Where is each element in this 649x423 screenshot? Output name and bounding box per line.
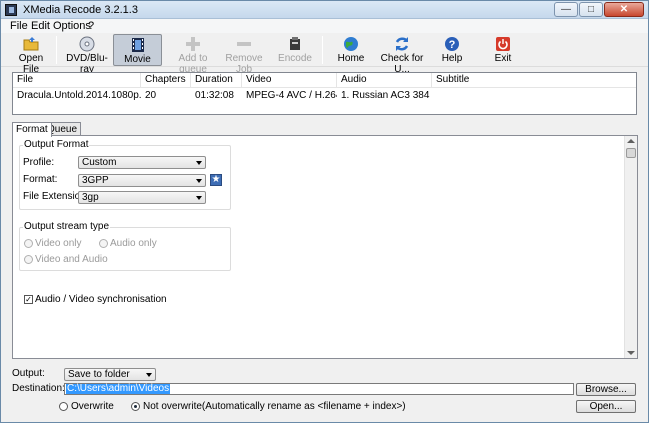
help-label: Help <box>441 53 463 64</box>
av-sync-label: Audio / Video synchronisation <box>35 294 167 305</box>
minimize-button[interactable]: — <box>554 2 578 17</box>
remove-job-button[interactable]: Remove Job <box>221 34 267 75</box>
chevron-down-icon <box>146 373 152 377</box>
chevron-down-icon <box>196 196 202 200</box>
encode-button[interactable]: Encode <box>275 34 315 66</box>
menu-help[interactable]: ? <box>88 20 94 32</box>
dvd-bluray-button[interactable]: DVD/Blu-ray <box>62 34 112 75</box>
scroll-up-arrow-icon[interactable] <box>627 139 635 143</box>
scroll-down-arrow-icon[interactable] <box>627 351 635 355</box>
star-icon: ★ <box>211 174 221 185</box>
disc-icon <box>79 36 95 52</box>
format-label: Format: <box>23 174 58 185</box>
column-header-subtitle[interactable]: Subtitle <box>432 73 512 87</box>
file-extension-value: 3gp <box>82 192 99 203</box>
av-sync-checkbox[interactable]: ✓ <box>24 295 33 304</box>
vertical-scrollbar[interactable] <box>624 136 637 358</box>
profile-value: Custom <box>82 157 117 168</box>
column-header-video[interactable]: Video <box>242 73 337 87</box>
chevron-down-icon <box>196 179 202 183</box>
format-select[interactable]: 3GPP <box>78 174 206 187</box>
power-icon <box>496 37 510 51</box>
cell-chapters: 20 <box>145 90 157 101</box>
svg-text:?: ? <box>449 39 456 51</box>
open-folder-icon <box>23 37 39 51</box>
column-header-audio[interactable]: Audio <box>337 73 432 87</box>
encode-label: Encode <box>278 53 312 64</box>
movie-label: Movie <box>124 54 151 65</box>
app-window: XMedia Recode 3.2.1.3 — □ ✕ File Edit Op… <box>0 0 649 423</box>
help-button[interactable]: ? Help <box>436 34 468 66</box>
output-stream-type-group-label: Output stream type <box>23 221 111 232</box>
minus-icon <box>237 42 251 46</box>
open-button[interactable]: Open... <box>576 400 636 413</box>
audio-only-label: Audio only <box>110 238 157 249</box>
destination-label: Destination: <box>12 383 65 394</box>
cell-file: Dracula.Untold.2014.1080p._Releas... <box>17 90 141 101</box>
output-value: Save to folder <box>68 369 130 380</box>
menu-bar: File Edit Options ? <box>1 19 648 33</box>
cell-subtitle <box>432 89 512 103</box>
menu-edit[interactable]: Edit <box>31 20 50 32</box>
output-format-group-label: Output Format <box>23 139 90 150</box>
maximize-button[interactable]: □ <box>579 2 603 17</box>
window-title: XMedia Recode 3.2.1.3 <box>23 4 138 16</box>
not-overwrite-radio[interactable] <box>131 402 140 411</box>
scroll-thumb[interactable] <box>626 148 636 158</box>
video-and-audio-label: Video and Audio <box>35 254 108 265</box>
close-button[interactable]: ✕ <box>604 2 644 17</box>
toolbar-separator <box>56 36 57 64</box>
format-value: 3GPP <box>82 175 109 186</box>
toolbar: Open File DVD/Blu-ray Movie Add to queue… <box>1 33 648 75</box>
menu-file[interactable]: File <box>10 20 28 32</box>
destination-value: C:\Users\admin\Videos <box>66 383 171 394</box>
window-controls: — □ ✕ <box>554 2 644 17</box>
format-panel: Output Format Profile: Custom Format: 3G… <box>12 135 638 359</box>
menu-options[interactable]: Options <box>53 20 91 32</box>
column-header-duration[interactable]: Duration <box>191 73 242 87</box>
check-updates-button[interactable]: Check for U... <box>376 34 428 75</box>
overwrite-label: Overwrite <box>71 401 114 412</box>
output-select[interactable]: Save to folder <box>64 368 156 381</box>
movie-button[interactable]: Movie <box>113 34 162 66</box>
profile-select[interactable]: Custom <box>78 156 206 169</box>
video-only-label: Video only <box>35 238 82 249</box>
favorite-star-button[interactable]: ★ <box>210 174 222 186</box>
video-and-audio-radio[interactable] <box>24 255 33 264</box>
cell-duration: 01:32:08 <box>195 90 234 101</box>
column-header-chapters[interactable]: Chapters <box>141 73 191 87</box>
add-to-queue-button[interactable]: Add to queue <box>167 34 219 75</box>
profile-label: Profile: <box>23 157 55 168</box>
overwrite-radio[interactable] <box>59 402 68 411</box>
home-label: Home <box>337 53 365 64</box>
encode-icon <box>290 37 300 50</box>
chevron-down-icon <box>196 161 202 165</box>
exit-label: Exit <box>494 53 512 64</box>
app-logo-icon <box>5 4 17 16</box>
file-extension-select[interactable]: 3gp <box>78 191 206 204</box>
browse-button[interactable]: Browse... <box>576 383 636 396</box>
checkmark-icon: ✓ <box>25 295 32 304</box>
cell-video: MPEG-4 AVC / H.264 23.9... <box>246 90 337 101</box>
help-icon: ? <box>445 37 459 51</box>
film-icon <box>131 38 144 52</box>
tab-format[interactable]: Format <box>12 122 52 137</box>
plus-icon <box>186 37 200 51</box>
refresh-icon <box>395 37 409 51</box>
output-label: Output: <box>12 368 45 379</box>
title-bar[interactable]: XMedia Recode 3.2.1.3 — □ ✕ <box>1 1 648 19</box>
exit-button[interactable]: Exit <box>488 34 518 66</box>
header-divider <box>13 87 636 88</box>
video-only-radio[interactable] <box>24 239 33 248</box>
audio-only-radio[interactable] <box>99 239 108 248</box>
file-list-table[interactable]: File Chapters Duration Video Audio Subti… <box>12 72 637 115</box>
globe-icon <box>344 37 358 51</box>
home-button[interactable]: Home <box>331 34 371 66</box>
open-file-button[interactable]: Open File <box>11 34 51 75</box>
not-overwrite-label: Not overwrite(Automatically rename as <f… <box>143 401 406 412</box>
destination-field[interactable]: C:\Users\admin\Videos <box>64 383 574 395</box>
column-header-file[interactable]: File <box>13 73 141 87</box>
toolbar-separator <box>322 36 323 64</box>
cell-audio: 1. Russian AC3 384 Kbps ... <box>341 90 432 101</box>
